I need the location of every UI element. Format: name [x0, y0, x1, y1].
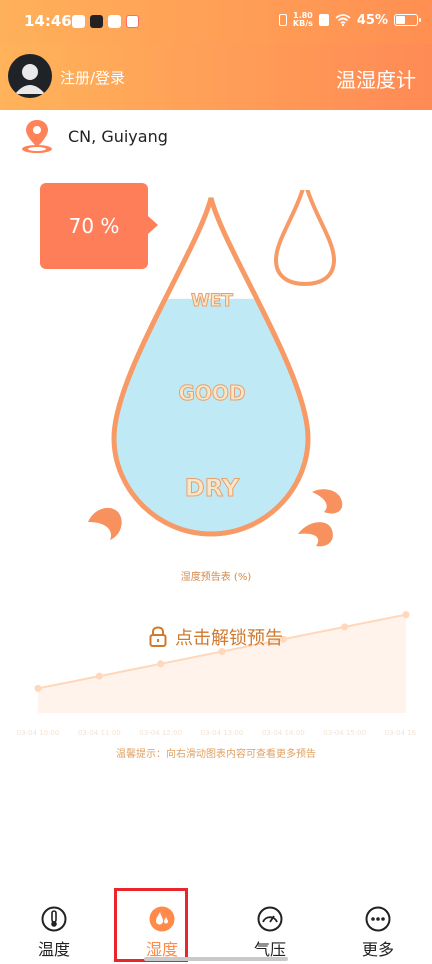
gauge-icon: [257, 906, 283, 932]
wifi-icon: [335, 14, 351, 26]
forecast-x-tick: 03-04 13:00: [201, 729, 244, 737]
avatar[interactable]: [8, 54, 52, 98]
forecast-x-tick: 03-04 14:00: [262, 729, 305, 737]
forecast-x-tick: 03-04 10:00: [17, 729, 60, 737]
more-dots-icon: [365, 906, 391, 932]
dry-label: DRY: [185, 474, 240, 502]
home-indicator[interactable]: [144, 957, 288, 961]
app-title: 温湿度计: [336, 68, 416, 92]
forecast-x-tick: 03-04 15:00: [323, 729, 366, 737]
forecast-title: 湿度预告表 (%): [180, 572, 252, 583]
forecast-x-tick: 03-04 16:00: [385, 729, 416, 737]
user-icon: [15, 64, 45, 94]
forecast-point: [95, 672, 103, 680]
app-notification-icon: [108, 15, 121, 28]
humidity-drop-gauge: WET GOOD DRY: [88, 190, 343, 547]
forecast-point: [34, 684, 42, 692]
notification-icon: [72, 15, 85, 28]
vibrate-icon: [278, 14, 287, 26]
unlock-forecast-label: 点击解锁预告: [175, 628, 283, 649]
no-sim-icon: [318, 14, 329, 26]
water-level: [114, 298, 308, 534]
message-icon: [126, 15, 139, 28]
battery-icon: [394, 14, 421, 26]
forecast-tip: 温馨提示：向右滑动图表内容可查看更多预告: [116, 749, 316, 760]
status-time: 14:46: [24, 12, 72, 30]
tab-humidity[interactable]: 湿度: [108, 896, 216, 964]
tiktok-icon: [90, 15, 103, 28]
tab-pressure[interactable]: 气压: [216, 896, 324, 964]
droplet-icon: [149, 906, 175, 932]
good-label: GOOD: [178, 381, 245, 405]
forecast-point: [157, 660, 165, 668]
humidity-forecast-chart[interactable]: 03-04 10:00 03-04 11:00 03-04 12:00 03-04 1…: [16, 585, 416, 740]
login-link[interactable]: 注册/登录: [60, 67, 125, 88]
lock-icon: [149, 626, 167, 647]
forecast-point: [402, 611, 410, 619]
bottom-tab-bar: 温度 湿度 气压 更多: [0, 896, 432, 964]
small-drop: [273, 190, 337, 287]
app-header: 注册/登录 温湿度计: [0, 44, 432, 110]
wet-label: WET: [191, 291, 233, 311]
splash-right-bottom: [298, 522, 333, 547]
location-pin-icon: [22, 120, 52, 153]
forecast-x-tick: 03-04 11:00: [78, 729, 121, 737]
tab-label: 温度: [37, 940, 70, 959]
net-speed: 1.80 KB/s: [293, 12, 313, 28]
status-right: 1.80 KB/s 45%: [278, 12, 421, 28]
net-speed-unit: KB/s: [292, 19, 313, 28]
thermometer-icon: [41, 906, 67, 932]
tab-more[interactable]: 更多: [324, 896, 432, 964]
forecast-x-tick: 03-04 12:00: [139, 729, 182, 737]
splash-left: [88, 507, 122, 540]
tab-label: 更多: [361, 940, 394, 959]
splash-right-top: [312, 489, 343, 514]
battery-percent: 45%: [356, 12, 388, 28]
unlock-forecast-button[interactable]: 点击解锁预告: [0, 624, 432, 650]
battery-fill: [396, 16, 405, 24]
location-row: CN, Guiyang: [20, 118, 168, 154]
location-text: CN, Guiyang: [68, 126, 168, 146]
tab-temperature[interactable]: 温度: [0, 896, 108, 964]
status-bar: 14:46 1.80 KB/s 45%: [0, 0, 432, 44]
